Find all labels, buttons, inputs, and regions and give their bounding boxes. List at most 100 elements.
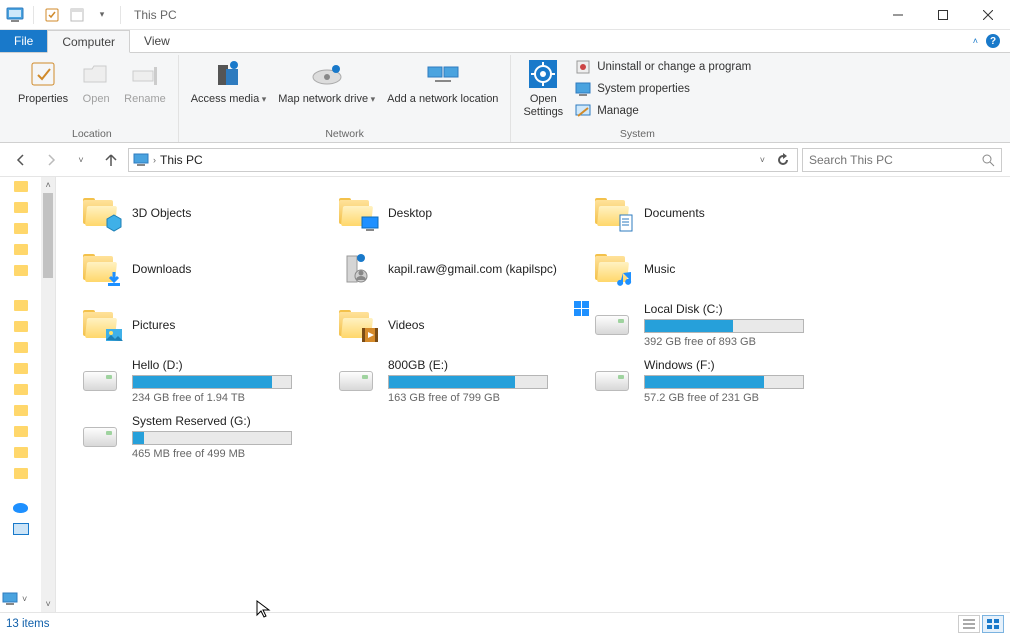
folder-downloads[interactable]: Downloads (76, 241, 326, 297)
folder-desktop[interactable]: Desktop (332, 185, 582, 241)
open-folder-icon (81, 57, 111, 91)
tab-computer[interactable]: Computer (47, 30, 130, 53)
tree-folder-icon[interactable] (14, 384, 28, 395)
tree-folder-icon[interactable] (14, 363, 28, 374)
manage-icon (575, 103, 591, 119)
folder-icon (337, 198, 375, 228)
tree-folder-icon[interactable] (14, 244, 28, 255)
system-properties-button[interactable]: System properties (569, 79, 757, 99)
drive-f[interactable]: Windows (F:) 57.2 GB free of 231 GB (588, 353, 838, 409)
address-bar[interactable]: › This PC ˅ (128, 148, 798, 172)
folder-3d-objects[interactable]: 3D Objects (76, 185, 326, 241)
folder-icon (337, 310, 375, 340)
uninstall-icon (575, 59, 591, 75)
new-window-qat-icon[interactable] (66, 4, 88, 26)
drive-usage-bar (644, 375, 804, 389)
ribbon-group-network: Access media ▾ Map network drive ▾ Add a… (179, 55, 512, 142)
title-bar: ▾ This PC (0, 0, 1010, 30)
properties-qat-icon[interactable] (41, 4, 63, 26)
forward-button[interactable] (38, 147, 64, 173)
back-button[interactable] (8, 147, 34, 173)
tree-folder-icon[interactable] (14, 405, 28, 416)
collapse-ribbon-icon[interactable]: ˄ (973, 36, 978, 46)
drive-d[interactable]: Hello (D:) 234 GB free of 1.94 TB (76, 353, 326, 409)
refresh-button[interactable] (771, 148, 795, 172)
access-media-button[interactable]: Access media ▾ (185, 55, 273, 106)
folder-user[interactable]: kapil.raw@gmail.com (kapilspc) (332, 241, 582, 297)
ribbon-group-system: Open Settings Uninstall or change a prog… (511, 55, 763, 142)
tab-file[interactable]: File (0, 30, 47, 52)
scroll-down-icon[interactable]: ˅ (41, 596, 55, 612)
settings-gear-icon (527, 57, 559, 91)
tiles-view-button[interactable] (982, 615, 1004, 633)
search-icon (981, 153, 995, 167)
tree-folder-icon[interactable] (14, 300, 28, 311)
drive-icon (83, 427, 117, 447)
drive-icon (83, 371, 117, 391)
open-button[interactable]: Open (74, 55, 118, 106)
tab-view[interactable]: View (130, 30, 184, 52)
search-box[interactable] (802, 148, 1002, 172)
drive-e[interactable]: 800GB (E:) 163 GB free of 799 GB (332, 353, 582, 409)
system-icon (575, 81, 591, 97)
up-button[interactable] (98, 147, 124, 173)
nav-scrollbar[interactable]: ˄ ˅ (41, 177, 55, 612)
help-icon[interactable]: ? (986, 34, 1000, 48)
breadcrumb-this-pc[interactable]: This PC (160, 153, 203, 167)
address-dropdown-icon[interactable]: ˅ (760, 155, 765, 165)
tree-onedrive-icon[interactable] (13, 503, 28, 513)
search-input[interactable] (809, 153, 959, 167)
scroll-up-icon[interactable]: ˄ (41, 177, 55, 193)
uninstall-program-button[interactable]: Uninstall or change a program (569, 57, 757, 77)
tree-folder-icon[interactable] (14, 321, 28, 332)
manage-button[interactable]: Manage (569, 101, 757, 121)
network-location-icon (426, 57, 460, 91)
drive-icon (339, 371, 373, 391)
tree-folder-icon[interactable] (14, 202, 28, 213)
rename-button[interactable]: Rename (118, 55, 172, 106)
drive-usage-bar (644, 319, 804, 333)
drive-usage-bar (132, 375, 292, 389)
this-pc-icon (4, 4, 26, 26)
properties-button[interactable]: Properties (12, 55, 74, 106)
tree-folder-icon[interactable] (14, 468, 28, 479)
tree-folder-icon[interactable] (14, 426, 28, 437)
tree-folder-icon[interactable] (14, 181, 28, 192)
drive-g[interactable]: System Reserved (G:) 465 MB free of 499 … (76, 409, 326, 465)
navigation-bar: ˅ › This PC ˅ (0, 143, 1010, 177)
map-drive-button[interactable]: Map network drive ▾ (272, 55, 381, 106)
user-drive-icon (336, 249, 376, 289)
maximize-button[interactable] (920, 0, 965, 29)
drive-usage-bar (388, 375, 548, 389)
tree-folder-icon[interactable] (14, 265, 28, 276)
recent-locations-button[interactable]: ˅ (68, 147, 94, 173)
tree-folder-icon[interactable] (14, 342, 28, 353)
status-bar: 13 items (0, 612, 1010, 634)
folder-videos[interactable]: Videos (332, 297, 582, 353)
cursor-icon (256, 600, 272, 612)
qat-dropdown-icon[interactable]: ▾ (91, 4, 113, 26)
properties-icon (28, 57, 58, 91)
folder-documents[interactable]: Documents (588, 185, 838, 241)
folder-icon (593, 254, 631, 284)
content-area: 3D Objects Desktop Documents Downloads k… (56, 177, 1010, 612)
tree-this-pc-icon[interactable] (13, 523, 29, 535)
tree-folder-icon[interactable] (14, 223, 28, 234)
open-settings-button[interactable]: Open Settings (517, 55, 569, 118)
folder-pictures[interactable]: Pictures (76, 297, 326, 353)
nav-this-pc-dropdown[interactable]: ˅ (2, 592, 27, 606)
scroll-thumb[interactable] (43, 193, 53, 278)
drive-c[interactable]: Local Disk (C:) 392 GB free of 893 GB (588, 297, 838, 353)
ribbon-tabs: File Computer View ˄ ? (0, 30, 1010, 53)
drive-icon (595, 315, 629, 335)
close-button[interactable] (965, 0, 1010, 29)
minimize-button[interactable] (875, 0, 920, 29)
folder-music[interactable]: Music (588, 241, 838, 297)
windows-logo-icon (574, 301, 590, 317)
drive-usage-bar (132, 431, 292, 445)
details-view-button[interactable] (958, 615, 980, 633)
tree-folder-icon[interactable] (14, 447, 28, 458)
ribbon: Properties Open Rename Location Access m… (0, 53, 1010, 143)
navigation-pane[interactable]: ˄ ˅ ˅ (0, 177, 56, 612)
add-network-location-button[interactable]: Add a network location (381, 55, 504, 106)
